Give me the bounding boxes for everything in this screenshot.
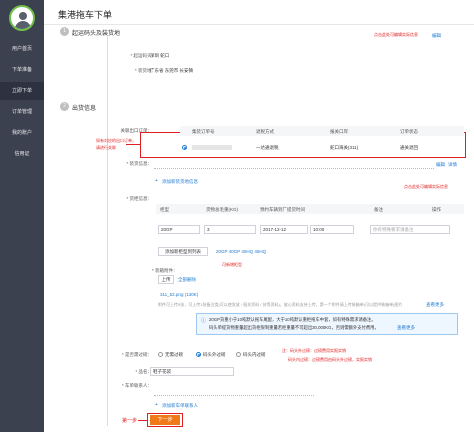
divider — [44, 24, 474, 25]
step-1-badge: 1 — [60, 27, 69, 36]
th-customs-port: 报关口岸 — [330, 129, 348, 134]
td-tax-method: 一达通退税 — [256, 145, 279, 150]
origin-port-value: 深圳 蛇口 — [150, 53, 170, 58]
pickup-date-input[interactable]: 2017-12-12 — [260, 225, 308, 234]
sidebar-item-orders[interactable]: 订单管理 — [0, 103, 44, 121]
loading-place-label: * 装货地： — [134, 68, 156, 73]
plus-icon: + — [155, 178, 158, 184]
edit-note: 点击此处可编辑实际信息 — [374, 32, 418, 37]
opt-inside-weigh[interactable]: 码头内过磅 — [243, 352, 266, 358]
step-2-badge: 2 — [60, 102, 69, 111]
notice-more-link[interactable]: 查看更多 — [397, 325, 415, 331]
step-1-title: 起运码头及装货地 — [72, 31, 121, 37]
add-container-button[interactable]: 添加新柜型到列表 — [158, 247, 208, 256]
delete-all-link[interactable]: 全部删除 — [178, 277, 196, 283]
attachment-hint: 附件可上传5张，可上传1张备注类(可以使发放 / 报关资料 / 技等资料)，放心… — [158, 302, 403, 307]
avatar[interactable] — [9, 5, 35, 31]
add-container-note: 可新增柜型 — [222, 262, 242, 267]
th-action: 操作 — [432, 207, 441, 212]
radio-no-weigh[interactable] — [158, 352, 163, 357]
container-type-select[interactable]: 20GP — [158, 225, 200, 234]
annotation-box — [147, 413, 183, 427]
sidebar-item-order-now[interactable]: 立即下单 — [0, 82, 44, 100]
sidebar-item-prepare[interactable]: 下单准备 — [0, 61, 44, 79]
contact-placeholder — [154, 395, 314, 396]
th-tax-method: 退税方式 — [256, 129, 274, 134]
notice-line-1: 20GP货重小于10吨默认拖车尾配，大于10吨默认重柜拖车中套，如有特殊需求请备… — [209, 317, 376, 322]
add-contact-link[interactable]: 添加新车单联系人 — [162, 403, 198, 409]
step-2-title: 出货信息 — [72, 106, 97, 112]
step-connector — [107, 36, 108, 426]
weighing-note-2: 码头内过磅：过磅费用由码头外过磅，实报实销 — [288, 357, 372, 362]
sidebar-item-home[interactable]: 用户首页 — [0, 40, 44, 58]
loading-info-detail[interactable]: 详情 — [448, 162, 457, 168]
td-order-status: 通关退回 — [400, 145, 418, 150]
plus-icon: + — [155, 402, 158, 408]
weighing-note-1: 注：码头外过磅：过磅费用实报实销 — [282, 348, 346, 353]
td-order-no — [192, 145, 232, 150]
page-title: 集港拖车下单 — [58, 10, 113, 20]
annotation-arrow — [126, 144, 140, 145]
order-table-header — [180, 126, 464, 136]
th-order-status: 订单状态 — [400, 129, 418, 134]
opt-outside-weigh[interactable]: 码头外过磅 — [203, 352, 226, 358]
radio-outside-weigh[interactable] — [196, 352, 201, 357]
loading-info-placeholder — [154, 168, 434, 169]
product-label: * 品名： — [135, 369, 152, 374]
loading-info-note: 点击此处可编辑实际信息 — [404, 184, 448, 189]
attachment-file[interactable]: 311_52.png (130K) — [160, 292, 198, 297]
view-more-link[interactable]: 查看更多 — [424, 302, 444, 308]
main-content: 集港拖车下单 1 起运码头及装货地 点击此处可编辑实际信息 编辑 * 起运码头：… — [44, 0, 474, 432]
add-loading-info[interactable]: 添加新装货地信息 — [162, 179, 198, 185]
radio-inside-weigh[interactable] — [236, 352, 241, 357]
contact-label: * 车单联系人： — [121, 383, 152, 388]
upload-button[interactable]: 上传 — [158, 275, 174, 284]
loading-info-edit[interactable]: 编辑 — [436, 162, 445, 168]
attachment-label: * 装箱附件： — [152, 268, 178, 273]
origin-port-label: * 起运码头： — [130, 53, 156, 58]
gross-weight-input[interactable]: 3 — [204, 225, 256, 234]
pickup-time-select[interactable]: 10:00 — [310, 225, 354, 234]
notice-box: ⓘ 20GP货重小于10吨默认拖车尾配，大于10吨默认重柜拖车中套，如有特殊需求… — [196, 313, 458, 335]
weighing-label: * 是否需过磅： — [121, 352, 152, 357]
sidebar-item-credit[interactable]: 信用证 — [0, 145, 44, 163]
th-remark: 备注 — [374, 207, 383, 212]
product-input[interactable]: 鞋子花袋 — [150, 367, 234, 376]
sidebar-item-account[interactable]: 我的账户 — [0, 124, 44, 142]
th-order-no: 集装订单号 — [192, 129, 215, 134]
related-order-note-2: 请进行关联 — [96, 145, 116, 150]
opt-no-weigh[interactable]: 无需过磅 — [165, 352, 183, 358]
first-step-label: 第一步 — [122, 418, 138, 424]
container-options[interactable]: 20GP 40GP 40HQ 45HQ — [216, 249, 266, 254]
container-info-label: * 货柜信息： — [126, 196, 152, 201]
th-pickup-time: 预约车辆到厂提货时间 — [260, 207, 305, 212]
loading-place-value: 广东省 东莞市 长安镇 — [150, 68, 193, 73]
remark-input[interactable]: 你有特殊要求请备注 — [370, 225, 450, 234]
order-select-radio[interactable] — [182, 145, 187, 150]
notice-line-2: 码头单提货物重量超出货柜限制重量若柜重量不可超出30,000KG，否则需额外支付… — [209, 325, 379, 330]
container-table-header — [156, 204, 464, 214]
th-gross-weight: 货物总毛重(KG) — [206, 207, 238, 212]
step-1-edit-link[interactable]: 编辑 — [432, 33, 441, 39]
sidebar: 用户首页 下单准备 立即下单 订单管理 我的账户 信用证 — [0, 0, 44, 432]
loading-info-label: * 装货信息： — [126, 161, 152, 166]
td-customs-port: 蛇口海关(311) — [330, 145, 359, 150]
th-container-type: 柜型 — [160, 207, 169, 212]
info-icon: ⓘ — [201, 318, 207, 324]
